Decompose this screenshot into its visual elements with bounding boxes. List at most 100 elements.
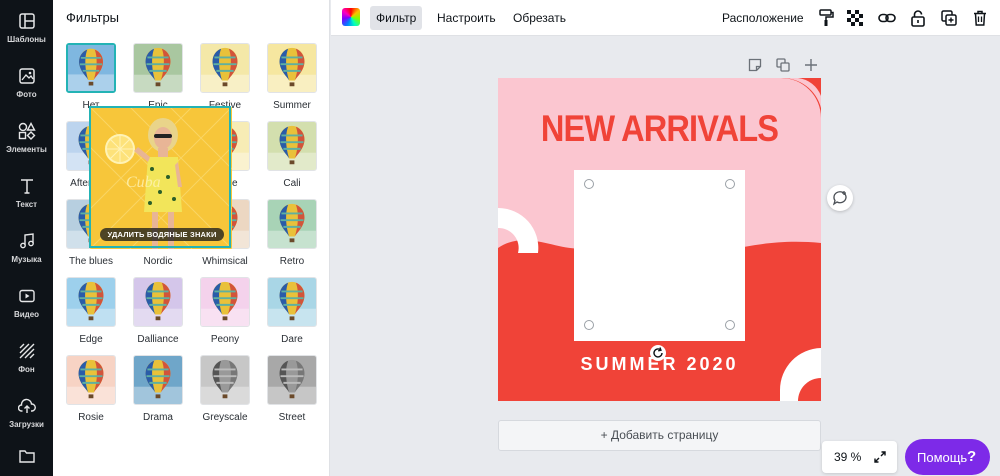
panel-title: Фильтры [66, 10, 120, 25]
filter-label: Nordic [143, 256, 173, 267]
sidebar-item-label: Элементы [6, 145, 47, 154]
filter-option[interactable]: Edge [65, 277, 117, 349]
crop-button[interactable]: Обрезать [507, 6, 572, 30]
video-icon [17, 286, 37, 306]
filter-label: Retro [279, 256, 305, 267]
filter-thumbnail [66, 355, 116, 405]
filter-option[interactable]: Drama [132, 355, 184, 427]
sidebar-item-label: Видео [13, 310, 40, 319]
filter-thumbnail [66, 43, 116, 93]
rotate-handle[interactable] [650, 345, 666, 361]
filter-label: Edge [79, 334, 103, 345]
sidebar-item-elements[interactable]: Элементы [0, 110, 53, 165]
position-button[interactable]: Расположение [716, 6, 810, 30]
zoom-level: 39 % [834, 450, 862, 464]
duplicate-page-icon[interactable] [775, 57, 791, 73]
help-question-icon: ? [967, 448, 977, 465]
filter-thumbnail [200, 355, 250, 405]
filter-thumbnail [267, 121, 317, 171]
filter-option[interactable]: Dalliance [132, 277, 184, 349]
filter-thumbnail [267, 277, 317, 327]
filter-label: Whimsical [202, 256, 248, 267]
filter-option[interactable]: Cali [266, 121, 318, 193]
filter-thumbnail [200, 43, 250, 93]
filter-option[interactable]: Street [266, 355, 318, 427]
sidebar-item-photo[interactable]: Фото [0, 55, 53, 110]
filter-label: Rosie [78, 412, 104, 423]
sidebar-item-folder[interactable] [0, 440, 53, 476]
filter-option[interactable]: Summer [266, 43, 318, 115]
filter-label: Street [278, 412, 306, 423]
filter-thumbnail [133, 43, 183, 93]
sidebar-item-templates[interactable]: Шаблоны [0, 0, 53, 55]
sidebar-item-label: Фон [18, 365, 35, 374]
filter-thumbnail [267, 355, 317, 405]
filter-label: Cali [283, 178, 301, 189]
sidebar-item-label: Музыка [11, 255, 42, 264]
sidebar-item-uploads[interactable]: Загрузки [0, 385, 53, 440]
paint-roller-icon[interactable] [816, 8, 836, 28]
color-picker-button[interactable] [342, 8, 360, 26]
filter-label: Greyscale [202, 412, 248, 423]
sidebar-item-label: Загрузки [9, 420, 44, 429]
filter-option[interactable]: Festive [199, 43, 251, 115]
background-icon [17, 341, 37, 361]
design-headline[interactable]: NEW ARRIVALS [517, 108, 801, 150]
filter-label: Dalliance [137, 334, 179, 345]
filter-thumbnail [66, 277, 116, 327]
resize-handle-top-right[interactable] [725, 179, 735, 189]
top-toolbar: Фильтр Настроить Обрезать Расположение [331, 0, 1000, 36]
filter-label: The blues [69, 256, 113, 267]
sidebar-item-label: Фото [16, 90, 37, 99]
resize-handle-bottom-left[interactable] [584, 320, 594, 330]
filter-option[interactable]: Epic [132, 43, 184, 115]
zoom-control[interactable]: 39 % [822, 441, 897, 473]
duplicate-icon[interactable] [939, 8, 959, 28]
page-notes-icon[interactable] [747, 57, 763, 73]
filter-label: Dare [281, 334, 303, 345]
sidebar-item-label: Шаблоны [7, 35, 46, 44]
uploads-icon [17, 396, 37, 416]
comment-icon [832, 191, 847, 206]
filter-option[interactable]: Greyscale [199, 355, 251, 427]
music-icon [17, 231, 37, 251]
filter-option[interactable]: Rosie [65, 355, 117, 427]
photo-frame [574, 170, 745, 341]
filter-thumbnail [267, 199, 317, 249]
filter-thumbnail [267, 43, 317, 93]
link-icon[interactable] [877, 8, 897, 28]
adjust-button[interactable]: Настроить [431, 6, 502, 30]
help-button[interactable]: Помощь ? [905, 439, 990, 475]
filter-option[interactable]: Retro [266, 199, 318, 271]
sidebar-item-background[interactable]: Фон [0, 330, 53, 385]
trash-icon[interactable] [970, 8, 990, 28]
sidebar-item-video[interactable]: Видео [0, 275, 53, 330]
add-page-button[interactable]: + Добавить страницу [498, 420, 821, 451]
filter-thumbnail [133, 355, 183, 405]
filter-option[interactable]: Dare [266, 277, 318, 349]
expand-icon[interactable] [872, 449, 888, 465]
elements-icon [17, 121, 37, 141]
resize-handle-top-left[interactable] [584, 179, 594, 189]
folder-icon [17, 446, 37, 466]
resize-handle-bottom-right[interactable] [725, 320, 735, 330]
lock-icon[interactable] [908, 8, 928, 28]
filter-option[interactable]: Peony [199, 277, 251, 349]
sidebar-item-text[interactable]: Текст [0, 165, 53, 220]
help-label: Помощь [917, 450, 968, 465]
add-comment-button[interactable] [827, 185, 853, 211]
text-icon [17, 176, 37, 196]
filter-button[interactable]: Фильтр [370, 6, 423, 30]
sidebar-item-music[interactable]: Музыка [0, 220, 53, 275]
filter-label: Drama [142, 412, 173, 423]
selection-box [89, 106, 231, 248]
photo-icon [17, 66, 37, 86]
filter-thumbnail [200, 277, 250, 327]
templates-icon [17, 11, 37, 31]
transparency-icon[interactable] [845, 8, 865, 28]
sidebar-item-label: Текст [15, 200, 38, 209]
add-page-icon[interactable] [803, 57, 819, 73]
filter-option[interactable]: Нет [65, 43, 117, 115]
filter-label: Summer [273, 100, 311, 111]
left-sidebar: Шаблоны Фото Элементы Текст Музыка Видео [0, 0, 53, 476]
